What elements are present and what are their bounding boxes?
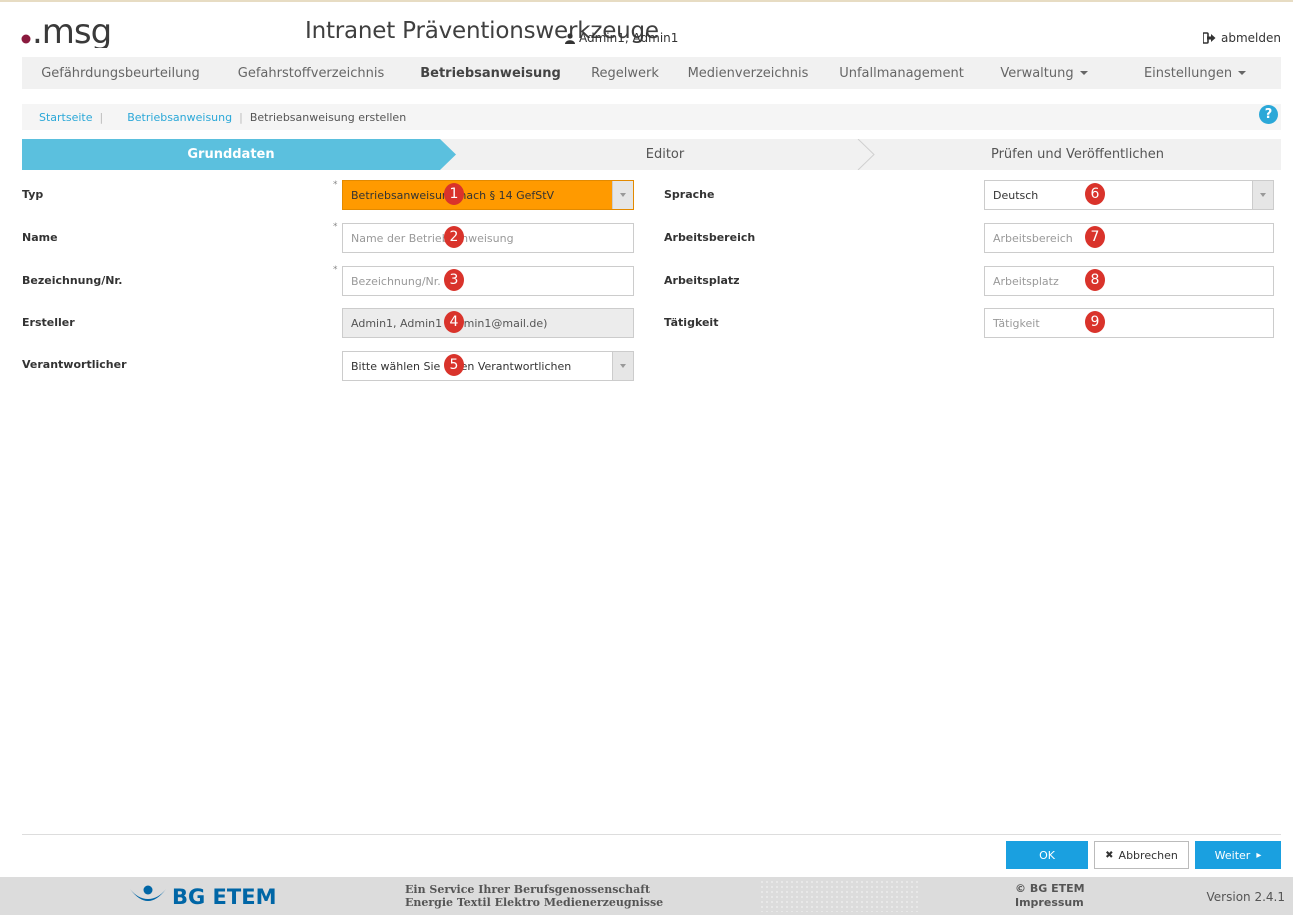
nav-item-label: Gefährdungsbeurteilung	[41, 65, 200, 81]
annotation-badge: 7	[1085, 226, 1105, 248]
nav-item-label: Medienverzeichnis	[687, 65, 809, 81]
label-name: Name	[22, 231, 58, 244]
wizard-steps: Grunddaten Editor Prüfen und Veröffentli…	[22, 139, 1281, 170]
typ-select[interactable]: Betriebsanweisung nach § 14 GefStV	[342, 180, 634, 210]
taetigkeit-input[interactable]: Tätigkeit	[984, 308, 1274, 338]
label-arbeitsplatz: Arbeitsplatz	[664, 274, 740, 287]
required-marker: *	[333, 222, 338, 232]
step-pruefen-veroeffentlichen[interactable]: Prüfen und Veröffentlichen	[874, 139, 1281, 170]
nav-item-betriebsanweisung[interactable]: Betriebsanweisung	[403, 57, 578, 89]
annotation-badge: 9	[1085, 311, 1105, 333]
sprache-select[interactable]: Deutsch	[984, 180, 1274, 210]
dot-pattern-decoration	[760, 880, 920, 912]
label-taetigkeit: Tätigkeit	[664, 316, 719, 329]
annotation-badge: 4	[444, 311, 464, 333]
label-typ: Typ	[22, 188, 44, 201]
bezeichnung-input[interactable]: Bezeichnung/Nr.	[342, 266, 634, 296]
required-marker: *	[333, 265, 338, 275]
next-button-label: Weiter	[1214, 848, 1251, 862]
times-icon: ✖	[1105, 849, 1114, 861]
footer-links: © BG ETEM Impressum	[1015, 882, 1085, 910]
label-ersteller: Ersteller	[22, 316, 75, 329]
annotation-badge: 2	[444, 226, 464, 248]
dropdown-toggle[interactable]	[612, 352, 633, 380]
breadcrumb-startseite[interactable]: Startseite	[22, 111, 93, 124]
logout-label: abmelden	[1221, 31, 1281, 45]
breadcrumb-separator: |	[99, 110, 104, 124]
bg-etem-brand: BG ETEM	[172, 885, 277, 909]
sign-out-icon	[1203, 32, 1216, 44]
service-text: Ein Service Ihrer Berufsgenossenschaft E…	[405, 883, 663, 909]
annotation-badge: 3	[444, 269, 464, 291]
main-navigation: Gefährdungsbeurteilung Gefahrstoffverzei…	[22, 57, 1281, 89]
breadcrumb-separator: |	[239, 110, 243, 124]
msg-logo: .msg	[21, 12, 112, 48]
verantwortlicher-select[interactable]: Bitte wählen Sie einen Verantwortlichen	[342, 351, 634, 381]
caret-down-icon	[1238, 71, 1247, 75]
label-sprache: Sprache	[664, 188, 715, 201]
step-editor[interactable]: Editor	[456, 139, 874, 170]
caret-down-icon	[1079, 71, 1088, 75]
next-button[interactable]: Weiter ▸	[1195, 841, 1281, 869]
breadcrumb-betriebsanweisung[interactable]: Betriebsanweisung	[110, 111, 232, 124]
user-name: Admin1, Admin1	[579, 31, 679, 45]
caret-right-icon: ▸	[1256, 849, 1262, 861]
dropdown-toggle[interactable]	[1252, 181, 1273, 209]
annotation-badge: 6	[1085, 183, 1105, 205]
annotation-badge: 8	[1085, 269, 1105, 291]
arbeitsbereich-input[interactable]: Arbeitsbereich	[984, 223, 1274, 253]
nav-item-label: Regelwerk	[591, 65, 659, 81]
current-user: Admin1, Admin1	[565, 31, 678, 45]
annotation-badge: 1	[444, 183, 464, 205]
top-accent-line	[0, 0, 1293, 2]
nav-item-gefaehrdungsbeurteilung[interactable]: Gefährdungsbeurteilung	[22, 57, 219, 89]
step-grunddaten[interactable]: Grunddaten	[22, 139, 440, 170]
sprache-select-value: Deutsch	[993, 188, 1039, 202]
version-text: Version 2.4.1	[1206, 890, 1285, 904]
page-footer: BG ETEM Ein Service Ihrer Berufsgenossen…	[0, 877, 1293, 915]
bg-etem-logo-icon	[130, 885, 166, 901]
nav-item-verwaltung[interactable]: Verwaltung	[979, 57, 1109, 89]
breadcrumb: Startseite | Betriebsanweisung | Betrieb…	[22, 104, 1281, 130]
cancel-button[interactable]: ✖ Abbrechen	[1094, 841, 1189, 869]
required-marker: *	[333, 180, 338, 190]
nav-item-einstellungen[interactable]: Einstellungen	[1109, 57, 1281, 89]
nav-item-regelwerk[interactable]: Regelwerk	[578, 57, 672, 89]
label-bezeichnung-nr: Bezeichnung/Nr.	[22, 274, 123, 287]
caret-down-icon	[1260, 193, 1266, 197]
nav-item-label: Betriebsanweisung	[420, 65, 561, 81]
service-line-1: Ein Service Ihrer Berufsgenossenschaft	[405, 883, 651, 896]
label-verantwortlicher: Verantwortlicher	[22, 358, 127, 371]
nav-item-label: Einstellungen	[1143, 65, 1233, 81]
logo-text: .msg	[32, 12, 111, 48]
nav-item-unfallmanagement[interactable]: Unfallmanagement	[824, 57, 979, 89]
ersteller-field: Admin1, Admin1 (admin1@mail.de)	[342, 308, 634, 338]
cancel-button-label: Abbrechen	[1118, 848, 1178, 862]
nav-item-gefahrstoffverzeichnis[interactable]: Gefahrstoffverzeichnis	[219, 57, 403, 89]
breadcrumb-current: Betriebsanweisung erstellen	[249, 110, 407, 124]
service-line-2: Energie Textil Elektro Medienerzeugnisse	[405, 896, 664, 909]
annotation-badge: 5	[444, 354, 464, 376]
nav-item-label: Verwaltung	[1000, 65, 1074, 81]
copyright-text: © BG ETEM	[1015, 882, 1085, 895]
caret-down-icon	[620, 193, 626, 197]
nav-item-label: Gefahrstoffverzeichnis	[237, 65, 385, 81]
caret-down-icon	[620, 364, 626, 368]
nav-item-medienverzeichnis[interactable]: Medienverzeichnis	[672, 57, 824, 89]
logout-link[interactable]: abmelden	[1203, 31, 1281, 45]
ok-button[interactable]: OK	[1006, 841, 1088, 869]
name-input[interactable]: Name der Betriebsanweisung	[342, 223, 634, 253]
dropdown-toggle[interactable]	[612, 181, 633, 209]
user-icon	[565, 32, 575, 44]
nav-item-label: Unfallmanagement	[839, 65, 964, 81]
footer-divider	[22, 834, 1281, 835]
question-circle-icon[interactable]: ?	[1259, 105, 1278, 124]
impressum-link[interactable]: Impressum	[1015, 896, 1085, 910]
label-arbeitsbereich: Arbeitsbereich	[664, 231, 756, 244]
arbeitsplatz-input[interactable]: Arbeitsplatz	[984, 266, 1274, 296]
